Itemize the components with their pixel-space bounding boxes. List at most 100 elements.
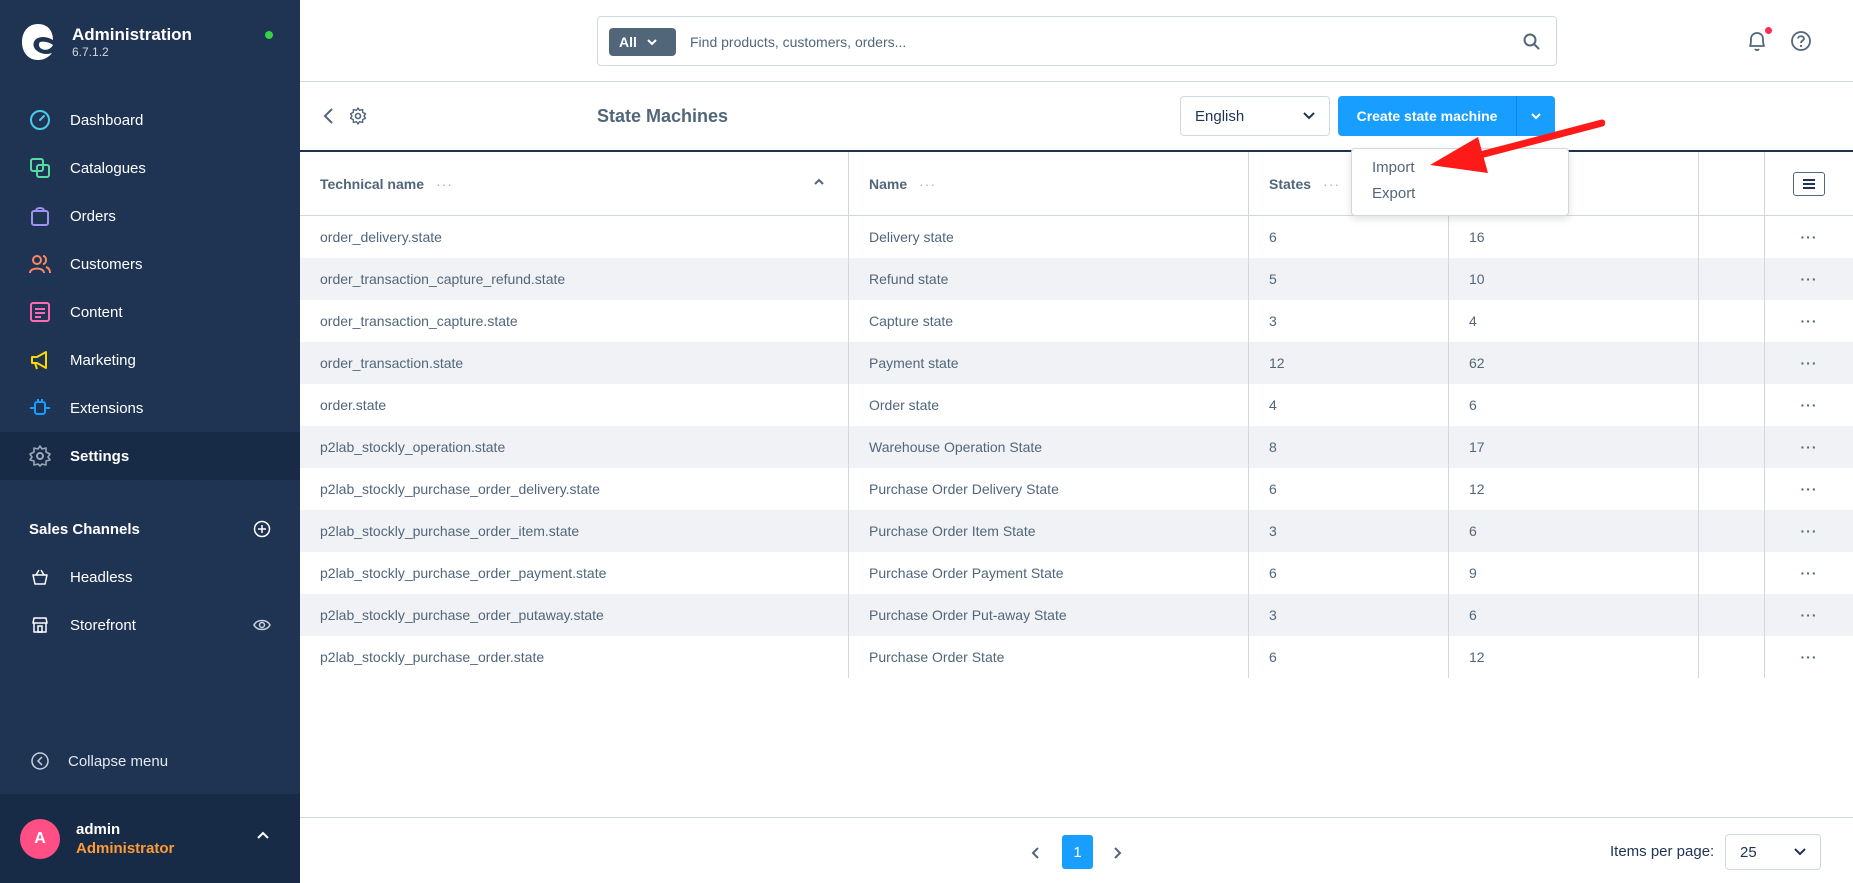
cell-name: Purchase Order Item State [849,510,1249,552]
table-row[interactable]: p2lab_stockly_purchase_order_putaway.sta… [300,594,1853,636]
cell-states: 5 [1249,258,1449,300]
sidebar-item-orders[interactable]: Orders [0,192,300,240]
cell-empty [1699,594,1765,636]
cell-name: Purchase Order Delivery State [849,468,1249,510]
sidebar-item-label: Settings [70,447,130,465]
column-options-icon[interactable]: ··· [919,176,936,192]
sort-ascending-icon[interactable] [814,178,824,185]
column-header-name[interactable]: Name ··· [849,152,1249,216]
sidebar-item-catalogues[interactable]: Catalogues [0,144,300,192]
row-actions-icon[interactable]: ··· [1801,649,1818,665]
cell-empty [1699,300,1765,342]
items-per-page-select[interactable]: 25 [1725,834,1821,870]
import-menu-item[interactable]: Import [1372,159,1415,176]
table-row[interactable]: p2lab_stockly_operation.state Warehouse O… [300,426,1853,468]
sidebar-item-label: Customers [70,255,143,273]
row-actions-cell: ··· [1765,342,1853,384]
sidebar-item-settings[interactable]: Settings [0,432,300,480]
cell-empty [1699,216,1765,258]
global-search[interactable]: All Find products, customers, orders... [597,16,1557,66]
products-icon [29,157,51,179]
table-row[interactable]: order_transaction_capture_refund.state Re… [300,258,1853,300]
sidebar-item-label: Content [70,303,123,321]
help-icon[interactable] [1790,30,1812,52]
export-menu-item[interactable]: Export [1372,185,1415,202]
row-actions-icon[interactable]: ··· [1801,313,1818,329]
row-actions-icon[interactable]: ··· [1801,229,1818,245]
sidebar-item-extensions[interactable]: Extensions [0,384,300,432]
table-row[interactable]: p2lab_stockly_purchase_order_item.state P… [300,510,1853,552]
cell-transitions: 6 [1449,384,1699,426]
sidebar-item-label: Extensions [70,399,144,417]
row-actions-icon[interactable]: ··· [1801,439,1818,455]
row-actions-cell: ··· [1765,384,1853,426]
next-page-icon[interactable] [1113,846,1123,860]
user-panel[interactable]: A admin Administrator [0,794,300,883]
table-row[interactable]: order_transaction_capture.state Capture s… [300,300,1853,342]
language-select[interactable]: English [1180,96,1330,136]
table-row[interactable]: p2lab_stockly_purchase_order_payment.sta… [300,552,1853,594]
row-actions-icon[interactable]: ··· [1801,481,1818,497]
row-actions-cell: ··· [1765,300,1853,342]
table-row[interactable]: order_delivery.state Delivery state 6 16 ··· [300,216,1853,258]
cell-empty [1699,342,1765,384]
cell-name: Purchase Order State [849,636,1249,678]
sales-channel-label: Storefront [70,616,136,634]
row-actions-cell: ··· [1765,594,1853,636]
eye-icon[interactable] [253,618,271,632]
chevron-left-circle-icon [31,752,49,770]
row-actions-icon[interactable]: ··· [1801,607,1818,623]
cell-technical-name: order.state [300,384,849,426]
back-icon[interactable] [322,107,334,125]
sales-channels-heading: Sales Channels [29,520,271,538]
row-actions-icon[interactable]: ··· [1801,355,1818,371]
row-actions-cell: ··· [1765,216,1853,258]
row-actions-icon[interactable]: ··· [1801,523,1818,539]
previous-page-icon[interactable] [1030,846,1040,860]
table-row[interactable]: p2lab_stockly_purchase_order.state Purcha… [300,636,1853,678]
cell-transitions: 12 [1449,468,1699,510]
row-actions-icon[interactable]: ··· [1801,565,1818,581]
cell-transitions: 62 [1449,342,1699,384]
add-sales-channel-icon[interactable] [253,520,271,538]
search-input[interactable]: Find products, customers, orders... [690,34,906,50]
row-actions-icon[interactable]: ··· [1801,397,1818,413]
sidebar-item-marketing[interactable]: Marketing [0,336,300,384]
table-row[interactable]: p2lab_stockly_purchase_order_delivery.st… [300,468,1853,510]
cell-technical-name: p2lab_stockly_operation.state [300,426,849,468]
chevron-up-icon[interactable] [256,830,270,840]
table-row[interactable]: order.state Order state 4 6 ··· [300,384,1853,426]
brand[interactable]: Administration 6.7.1.2 [20,22,192,62]
row-actions-cell: ··· [1765,552,1853,594]
row-actions-icon[interactable]: ··· [1801,271,1818,287]
page-number-button[interactable]: 1 [1062,835,1093,869]
sidebar-item-label: Marketing [70,351,136,369]
sidebar-item-dashboard[interactable]: Dashboard [0,96,300,144]
column-settings-button[interactable] [1793,172,1825,196]
collapse-menu-button[interactable]: Collapse menu [29,750,168,772]
sales-channel-label: Headless [70,568,133,586]
table-row[interactable]: order_transaction.state Payment state 12 62… [300,342,1853,384]
column-options-icon[interactable]: ··· [436,176,453,192]
sales-channels-title: Sales Channels [29,520,140,538]
search-icon[interactable] [1523,33,1540,50]
column-settings[interactable] [1765,152,1853,216]
sidebar-item-customers[interactable]: Customers [0,240,300,288]
bell-icon[interactable] [1746,30,1768,52]
column-header-technical-name[interactable]: Technical name ··· [300,152,849,216]
search-type-select[interactable]: All [609,28,676,56]
storefront-icon [29,614,51,636]
table-body: order_delivery.state Delivery state 6 16 ···… [300,216,1853,678]
column-header-label: States [1269,176,1312,192]
megaphone-icon [29,349,51,371]
gear-icon[interactable] [349,107,367,125]
sidebar-item-content[interactable]: Content [0,288,300,336]
column-options-icon[interactable]: ··· [1323,176,1340,192]
cell-name: Warehouse Operation State [849,426,1249,468]
sales-channel-storefront[interactable]: Storefront [29,614,271,636]
user-role: Administrator [76,840,175,857]
sales-channel-headless[interactable]: Headless [29,566,271,588]
cell-technical-name: order_transaction_capture.state [300,300,849,342]
row-actions-cell: ··· [1765,636,1853,678]
cell-states: 6 [1249,636,1449,678]
